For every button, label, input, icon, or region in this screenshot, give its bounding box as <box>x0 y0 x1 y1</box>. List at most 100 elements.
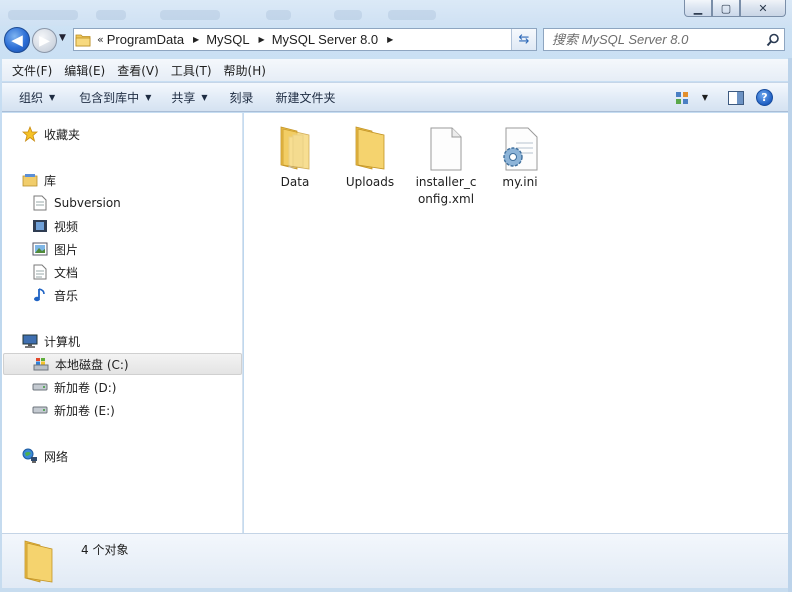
search-input[interactable] <box>544 29 762 50</box>
hard-drive-icon <box>32 379 48 395</box>
menu-help[interactable]: 帮助(H) <box>218 62 272 79</box>
breadcrumb-mysql[interactable]: MySQL <box>206 32 249 47</box>
window-controls: ▁ ▢ ✕ <box>684 0 786 17</box>
organize-button[interactable]: 组织 ▼ <box>10 89 64 106</box>
document-icon <box>32 195 48 211</box>
preview-pane-button[interactable] <box>722 87 750 109</box>
breadcrumb-arrow-icon[interactable]: ▶ <box>387 35 393 44</box>
document-icon <box>32 264 48 280</box>
view-controls: ▼ ? <box>668 83 788 112</box>
details-pane: 4 个对象 <box>2 533 788 588</box>
breadcrumb-arrow-icon[interactable]: ▶ <box>193 35 199 44</box>
chevron-down-icon: ▼ <box>49 92 56 102</box>
close-button[interactable]: ✕ <box>740 0 786 17</box>
nav-library-label: 视频 <box>54 219 79 234</box>
folder-icon <box>271 123 319 171</box>
nav-drive-label: 新加卷 (D:) <box>54 380 117 395</box>
nav-library-videos[interactable]: 视频 <box>32 215 78 237</box>
menu-edit[interactable]: 编辑(E) <box>58 62 111 79</box>
new-folder-label: 新建文件夹 <box>275 90 336 105</box>
share-button[interactable]: 共享 ▼ <box>162 89 216 106</box>
new-folder-button[interactable]: 新建文件夹 <box>267 89 345 106</box>
blurred-background <box>266 10 291 20</box>
nav-libraries[interactable]: 库 <box>22 169 56 191</box>
preview-pane-icon <box>728 90 744 105</box>
menu-tools[interactable]: 工具(T) <box>165 62 218 79</box>
file-item-my-ini[interactable]: my.ini <box>482 123 558 191</box>
burn-button[interactable]: 刻录 <box>221 89 263 106</box>
file-item-installer-config[interactable]: installer_config.xml <box>408 123 484 208</box>
ini-settings-file-icon <box>496 123 544 171</box>
nav-library-music[interactable]: 音乐 <box>32 284 78 306</box>
nav-drive-label: 本地磁盘 (C:) <box>55 357 129 372</box>
blurred-background <box>160 10 220 20</box>
nav-library-label: 图片 <box>54 242 79 257</box>
back-button[interactable]: ◀ <box>4 27 30 53</box>
include-in-library-button[interactable]: 包含到库中 ▼ <box>70 89 160 106</box>
chevron-down-icon: ▼ <box>201 92 208 102</box>
navigation-pane: 收藏夹 库 Subversion 视频 图片 文档 音乐 计算机 本地磁盘 (C… <box>2 113 243 533</box>
breadcrumb-arrow-icon[interactable]: ▶ <box>259 35 265 44</box>
nav-drive-label: 新加卷 (E:) <box>54 403 115 418</box>
maximize-button[interactable]: ▢ <box>712 0 740 17</box>
nav-library-subversion[interactable]: Subversion <box>32 192 121 214</box>
forward-button[interactable]: ▶ <box>32 28 57 53</box>
file-item-data[interactable]: Data <box>257 123 333 191</box>
refresh-button[interactable]: ⇆ <box>511 29 536 50</box>
help-icon[interactable]: ? <box>756 89 773 106</box>
folder-icon <box>346 123 394 171</box>
nav-drive-d[interactable]: 新加卷 (D:) <box>32 376 116 398</box>
nav-library-pictures[interactable]: 图片 <box>32 238 78 260</box>
breadcrumb-overflow[interactable]: « <box>97 33 104 46</box>
nav-favorites-label: 收藏夹 <box>44 127 81 142</box>
recent-pages-dropdown[interactable]: ▼ <box>59 33 66 43</box>
search-icon[interactable] <box>762 33 784 47</box>
folder-icon <box>74 29 92 50</box>
blurred-background <box>388 10 436 20</box>
xml-file-icon <box>422 123 470 171</box>
nav-network[interactable]: 网络 <box>22 445 68 467</box>
nav-library-label: Subversion <box>54 196 121 210</box>
computer-icon <box>22 333 38 349</box>
file-list: Data Uploads installer_config.xml my.ini <box>244 113 788 533</box>
change-view-button[interactable] <box>668 87 696 109</box>
breadcrumb-programdata[interactable]: ProgramData <box>107 32 184 47</box>
nav-library-label: 音乐 <box>54 288 79 303</box>
star-icon <box>22 126 38 142</box>
film-icon <box>32 218 48 234</box>
view-grid-icon <box>676 91 688 104</box>
nav-computer[interactable]: 计算机 <box>22 330 80 352</box>
file-name: Uploads <box>345 175 395 189</box>
minimize-button[interactable]: ▁ <box>684 0 712 17</box>
network-icon <box>22 448 38 464</box>
music-note-icon <box>32 287 48 303</box>
nav-drive-e[interactable]: 新加卷 (E:) <box>32 399 115 421</box>
menu-file[interactable]: 文件(F) <box>6 62 58 79</box>
hard-drive-icon <box>32 402 48 418</box>
nav-libraries-label: 库 <box>44 173 57 188</box>
arrow-left-icon: ◀ <box>11 31 23 49</box>
file-name: installer_config.xml <box>415 175 477 206</box>
windows-drive-icon <box>33 356 49 372</box>
menu-view[interactable]: 查看(V) <box>111 62 165 79</box>
title-bar: ▁ ▢ ✕ <box>0 0 792 26</box>
file-name: my.ini <box>502 175 538 189</box>
nav-network-label: 网络 <box>44 449 69 464</box>
address-bar[interactable]: « ProgramData ▶ MySQL ▶ MySQL Server 8.0… <box>73 28 537 51</box>
menu-bar: 文件(F) 编辑(E) 查看(V) 工具(T) 帮助(H) <box>2 59 788 81</box>
nav-favorites[interactable]: 收藏夹 <box>22 123 80 145</box>
view-options-dropdown[interactable]: ▼ <box>696 87 714 109</box>
include-in-library-label: 包含到库中 <box>79 90 140 105</box>
share-label: 共享 <box>171 90 196 105</box>
refresh-icon: ⇆ <box>518 32 530 47</box>
blurred-background <box>96 10 126 20</box>
search-box[interactable] <box>543 28 785 51</box>
breadcrumb-mysql-server[interactable]: MySQL Server 8.0 <box>272 32 378 47</box>
nav-library-documents[interactable]: 文档 <box>32 261 78 283</box>
nav-library-label: 文档 <box>54 265 79 280</box>
file-item-uploads[interactable]: Uploads <box>332 123 408 191</box>
nav-drive-c[interactable]: 本地磁盘 (C:) <box>3 353 242 375</box>
nav-computer-label: 计算机 <box>44 334 81 349</box>
organize-label: 组织 <box>19 90 44 105</box>
item-count: 4 个对象 <box>81 543 129 557</box>
